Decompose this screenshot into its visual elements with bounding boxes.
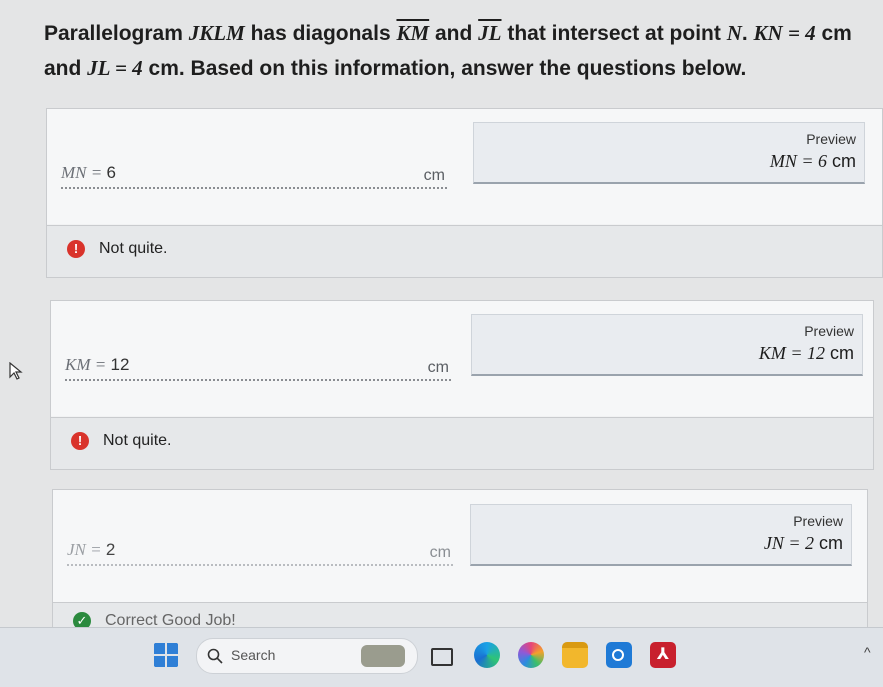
answer-area: MN = 6 cm Preview MN = 6 cm bbox=[47, 109, 882, 224]
point-n: N bbox=[726, 21, 742, 45]
answer-area: KM = 12 cm Preview KM = 12 cm bbox=[51, 301, 873, 416]
diagonal-jl: JL bbox=[478, 21, 502, 45]
preview-value: JN = 2 cm bbox=[764, 533, 843, 554]
mn-feedback: ! Not quite. bbox=[47, 225, 882, 277]
preview-title: Preview bbox=[806, 131, 856, 147]
answer-card-mn: MN = 6 cm Preview MN = 6 cm ! Not quite. bbox=[46, 108, 883, 278]
question-part: . bbox=[741, 22, 754, 45]
feedback-text: Not quite. bbox=[103, 432, 172, 449]
km-label: KM = bbox=[65, 355, 111, 374]
diagonal-km: KM bbox=[396, 21, 430, 45]
km-value: 12 bbox=[110, 355, 130, 374]
taskbar: Search ⅄ ^ bbox=[0, 627, 883, 687]
file-explorer-icon[interactable] bbox=[562, 642, 588, 668]
mn-input[interactable]: MN = 6 cm bbox=[61, 157, 447, 189]
acrobat-icon[interactable]: ⅄ bbox=[650, 642, 676, 668]
question-part: and bbox=[429, 22, 479, 45]
jn-input[interactable]: JN = 2 cm bbox=[67, 534, 453, 566]
shape-name: JKLM bbox=[188, 21, 245, 45]
outlook-icon[interactable] bbox=[606, 642, 632, 668]
preview-math: MN = 6 bbox=[769, 151, 827, 171]
preview-value: KM = 12 cm bbox=[759, 343, 854, 364]
jn-value: 2 bbox=[105, 540, 116, 559]
mn-unit: cm bbox=[423, 167, 445, 184]
question-text: Parallelogram JKLM has diagonals KM and … bbox=[44, 16, 883, 86]
preview-value: MN = 6 cm bbox=[770, 151, 856, 172]
preview-title: Preview bbox=[804, 323, 854, 339]
copilot-icon[interactable] bbox=[518, 642, 544, 668]
edge-browser-icon[interactable] bbox=[474, 642, 500, 668]
km-input[interactable]: KM = 12 cm bbox=[65, 349, 451, 381]
preview-unit: cm bbox=[819, 533, 843, 553]
preview-math: JN = 2 bbox=[763, 533, 814, 553]
given-jl: JL = 4 bbox=[87, 56, 143, 80]
jn-preview: Preview JN = 2 cm bbox=[470, 504, 852, 566]
jn-unit: cm bbox=[429, 544, 451, 561]
task-view-icon[interactable] bbox=[428, 642, 454, 668]
taskbar-search[interactable]: Search bbox=[196, 638, 418, 674]
windows-start-icon[interactable] bbox=[153, 642, 179, 668]
error-icon: ! bbox=[67, 240, 85, 258]
preview-unit: cm bbox=[832, 151, 856, 171]
answer-card-jn: JN = 2 cm Preview JN = 2 cm ✓ Correct Go… bbox=[52, 489, 868, 641]
km-feedback: ! Not quite. bbox=[51, 417, 873, 469]
feedback-text: Not quite. bbox=[99, 240, 168, 257]
error-icon: ! bbox=[71, 432, 89, 450]
km-unit: cm bbox=[427, 359, 449, 376]
question-part: has diagonals bbox=[244, 22, 397, 45]
search-icon bbox=[207, 648, 223, 664]
jn-label: JN = bbox=[67, 540, 106, 559]
preview-title: Preview bbox=[793, 513, 843, 529]
question-part: cm. Based on this information, answer th… bbox=[142, 57, 747, 80]
mn-label: MN = bbox=[61, 163, 107, 182]
question-part: that intersect at point bbox=[501, 22, 727, 45]
answer-area: JN = 2 cm Preview JN = 2 cm bbox=[53, 490, 867, 602]
preview-unit: cm bbox=[830, 343, 854, 363]
given-kn: KN = 4 bbox=[753, 21, 816, 45]
km-preview: Preview KM = 12 cm bbox=[471, 314, 863, 376]
mouse-cursor-icon bbox=[9, 362, 23, 380]
mn-preview: Preview MN = 6 cm bbox=[473, 122, 865, 184]
answer-card-km: KM = 12 cm Preview KM = 12 cm ! Not quit… bbox=[50, 300, 874, 470]
question-part: Parallelogram bbox=[44, 22, 189, 45]
preview-math: KM = 12 bbox=[758, 343, 825, 363]
search-label: Search bbox=[231, 647, 276, 663]
mn-value: 6 bbox=[106, 163, 116, 182]
chevron-up-icon[interactable]: ^ bbox=[864, 644, 871, 660]
search-highlight-icon bbox=[361, 645, 405, 667]
